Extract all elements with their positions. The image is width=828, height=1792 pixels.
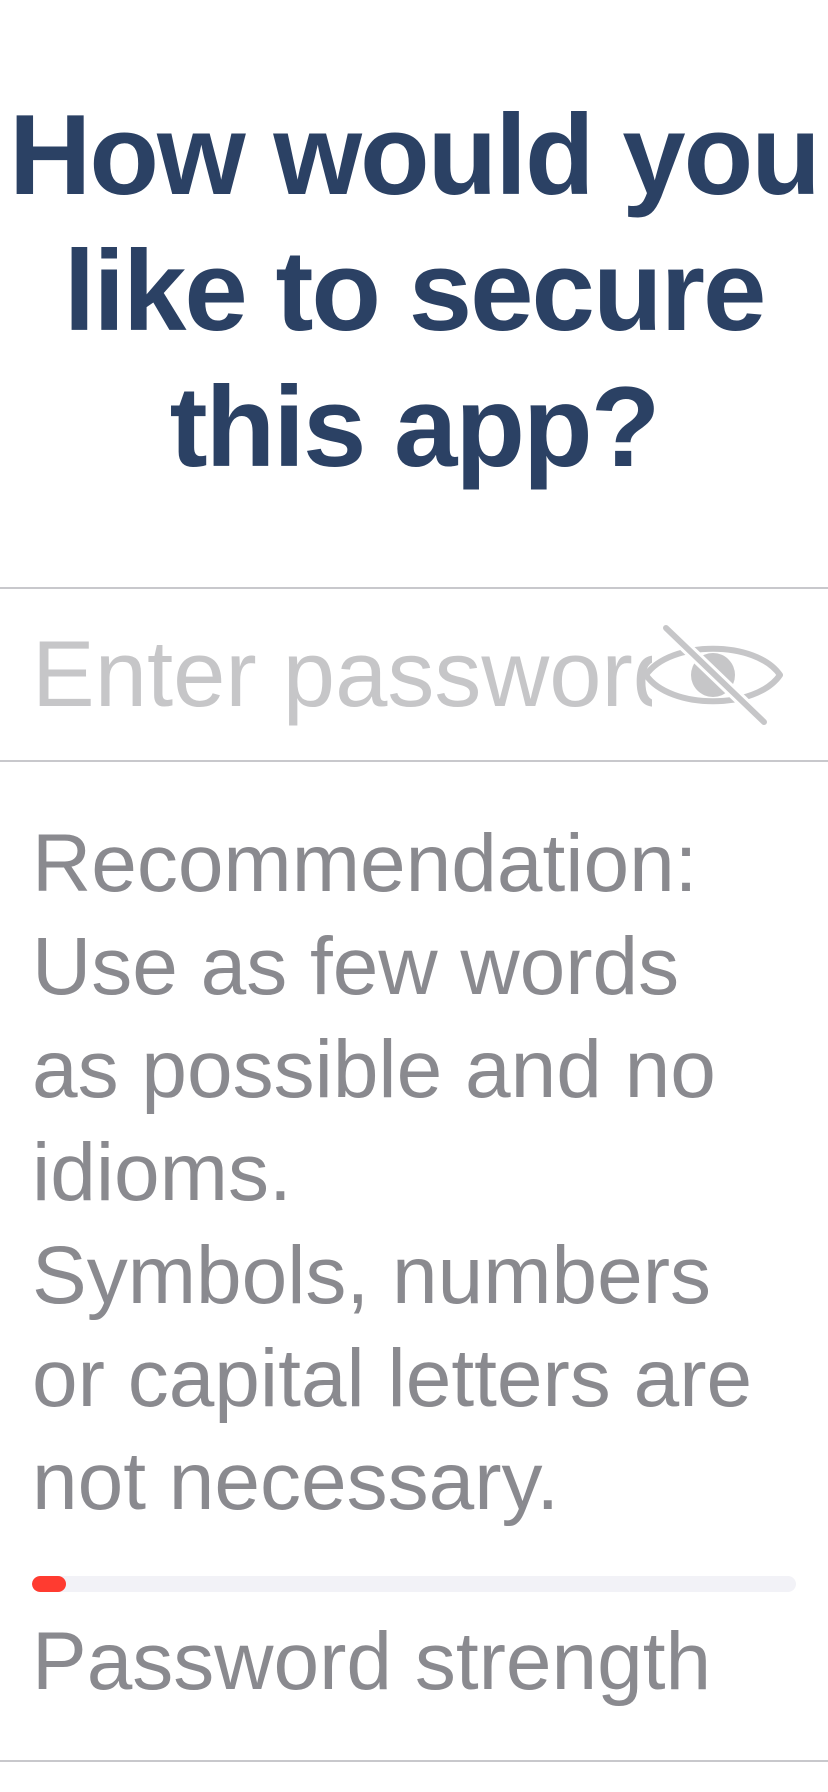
toggle-password-visibility-button[interactable] [640, 622, 786, 728]
eye-slash-icon [643, 622, 783, 728]
title-line-1: How would you [9, 92, 821, 219]
title-line-3: this app? [169, 364, 661, 491]
recommendation-text: Recommendation: Use as few words as poss… [32, 818, 753, 1527]
password-strength-fill [32, 1576, 67, 1592]
password-strength-meter [32, 1576, 796, 1592]
title-line-2: like to secure [63, 228, 767, 355]
field-top-divider [0, 587, 828, 589]
bottom-divider [0, 1760, 828, 1762]
page-title: How would you like to secure this app? [0, 88, 828, 496]
password-input[interactable] [32, 612, 652, 736]
password-strength-label: Password strength [32, 1616, 712, 1707]
field-bottom-divider [0, 760, 828, 762]
